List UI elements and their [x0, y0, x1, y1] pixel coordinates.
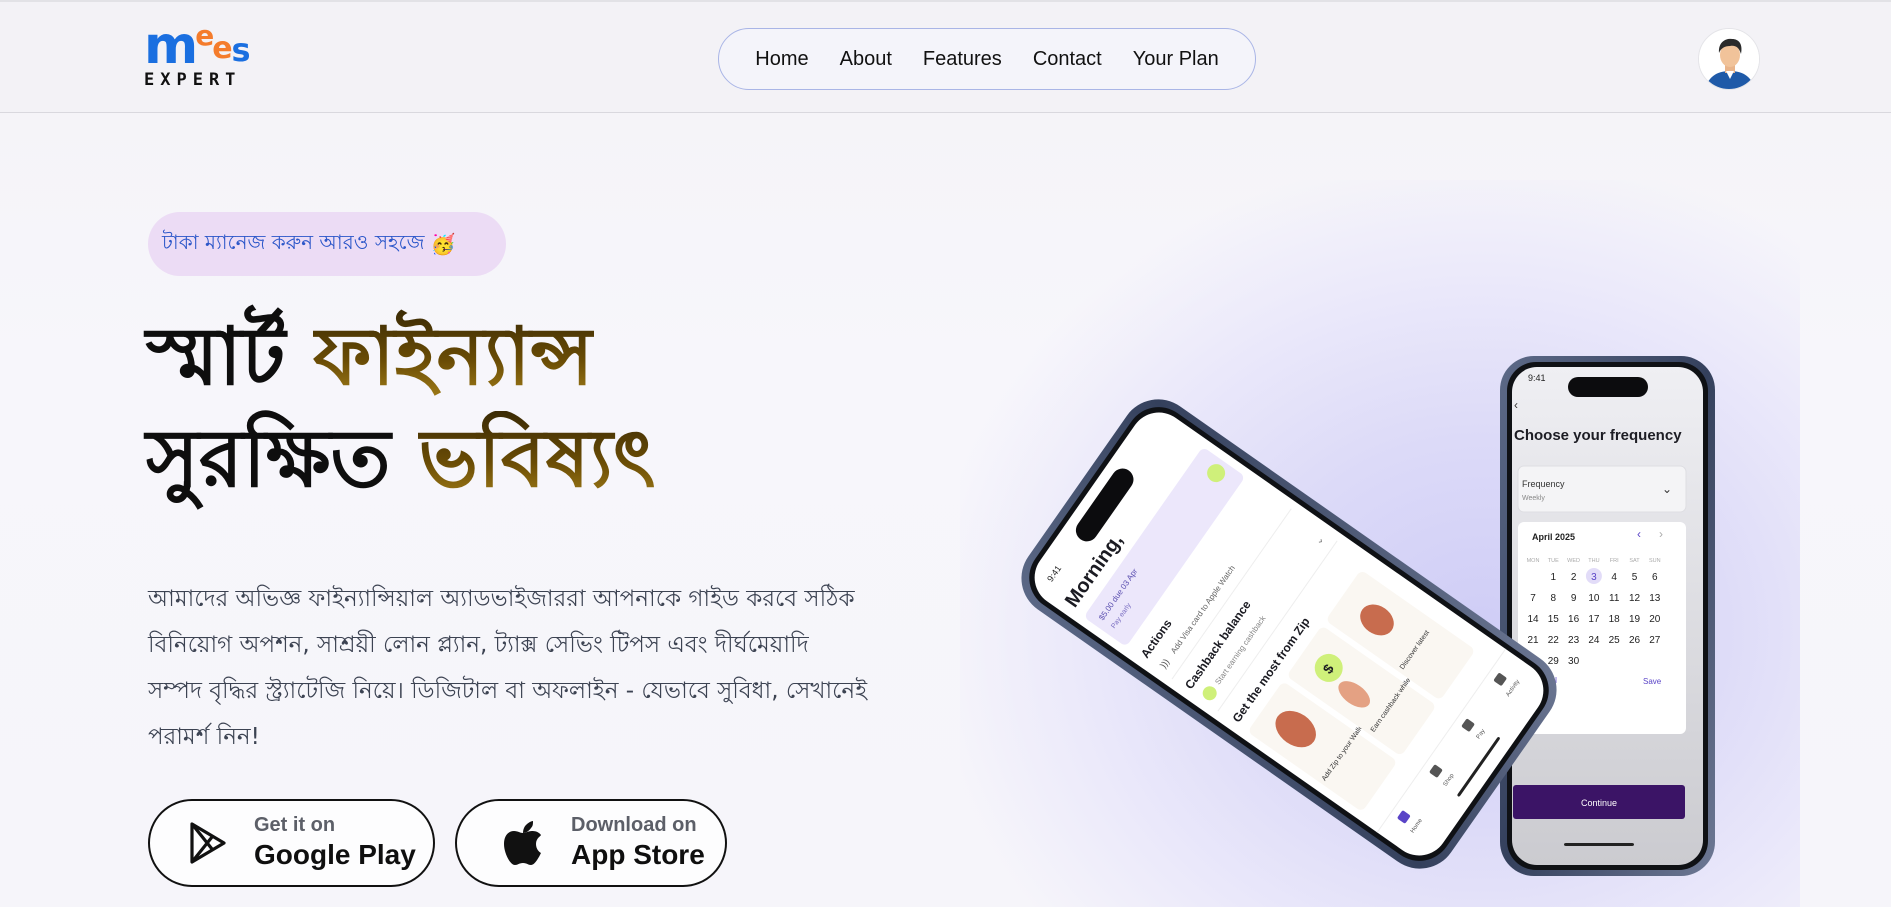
headline-line1-gold: ফাইন্যান্স: [313, 309, 594, 403]
headline-line2-gold: ভবিষ্যৎ: [418, 411, 656, 505]
badge-text: টাকা ম্যানেজ করুন আরও সহজে: [162, 229, 425, 254]
mees-expert-logo[interactable]: mees EXPERT: [144, 16, 276, 90]
site-header: mees EXPERT Home About Features Contact …: [0, 0, 1891, 113]
logo-text: EXPERT: [144, 70, 242, 90]
headline-line1-dark: স্মার্ট: [146, 309, 286, 403]
user-avatar[interactable]: [1698, 28, 1760, 90]
main-nav: Home About Features Contact Your Plan: [718, 28, 1256, 90]
party-face-icon: 🥳: [430, 232, 456, 256]
logo-mark: mees: [144, 16, 251, 76]
google-play-button[interactable]: Get it on Google Play: [148, 799, 435, 887]
nav-home[interactable]: Home: [755, 48, 808, 71]
app-store-small-text: Download on: [571, 814, 697, 836]
app-store-big-text: App Store: [571, 839, 705, 870]
nav-your-plan[interactable]: Your Plan: [1133, 48, 1219, 71]
hero-badge: টাকা ম্যানেজ করুন আরও সহজে 🥳: [148, 212, 506, 276]
nav-contact[interactable]: Contact: [1033, 48, 1102, 71]
hero-headline: স্মার্ট ফাইন্যান্স সুরক্ষিত ভবিষ্যৎ: [146, 305, 846, 509]
google-play-icon: [186, 821, 230, 865]
app-store-button[interactable]: Download on App Store: [455, 799, 727, 887]
hero-description: আমাদের অভিজ্ঞ ফাইন্যান্সিয়াল অ্যাডভাইজা…: [148, 586, 868, 750]
apple-icon: [501, 821, 545, 865]
nav-about[interactable]: About: [840, 48, 892, 71]
nav-features[interactable]: Features: [923, 48, 1002, 71]
headline-line2-dark: সুরক্ষিত: [146, 411, 391, 505]
google-play-big-text: Google Play: [254, 839, 416, 870]
phones-background-glow: [960, 180, 1800, 907]
avatar-person-icon: [1699, 29, 1759, 89]
google-play-small-text: Get it on: [254, 814, 336, 836]
